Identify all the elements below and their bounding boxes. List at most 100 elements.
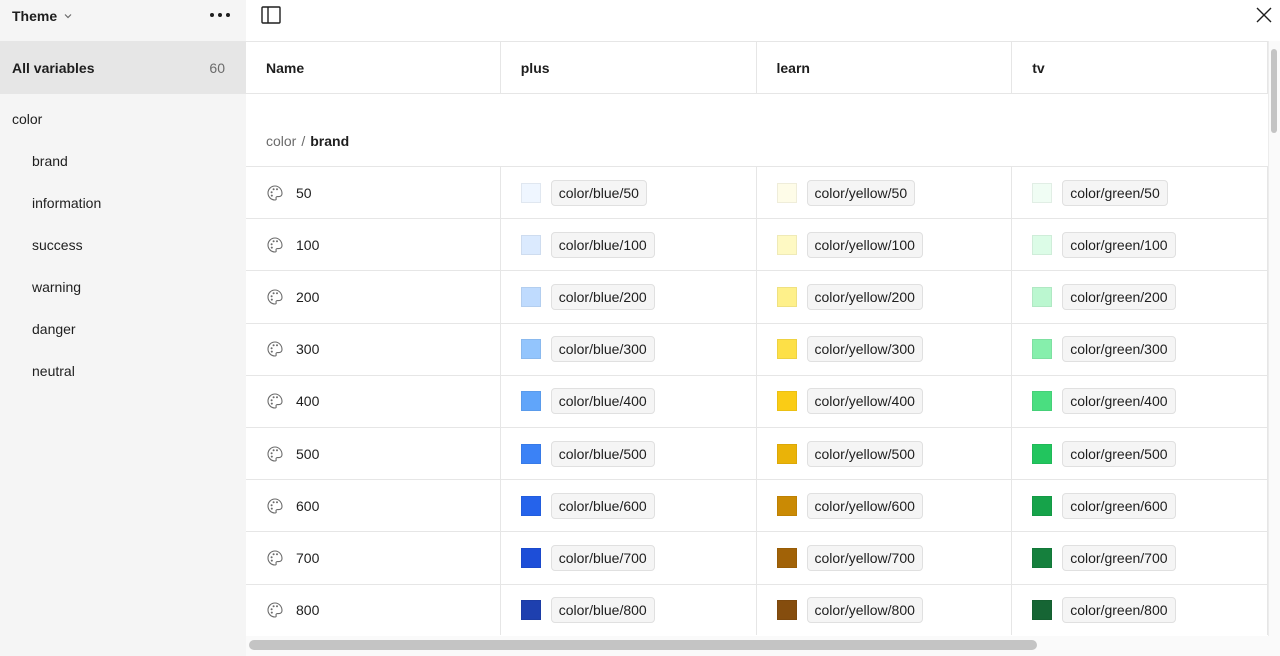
table-row[interactable]: 50 color/blue/50 color/yellow/50 color/gree… <box>246 167 1268 220</box>
table-row[interactable]: 200 color/blue/200 color/yellow/200 color/g… <box>246 271 1268 324</box>
value-cell-learn[interactable]: color/yellow/600 <box>757 480 1013 532</box>
alias-token[interactable]: color/green/400 <box>1062 388 1176 415</box>
value-cell-tv[interactable]: color/green/800 <box>1012 584 1268 635</box>
sidebar-group-brand[interactable]: brand <box>0 140 246 182</box>
more-options-button[interactable] <box>206 4 234 26</box>
alias-token[interactable]: color/green/600 <box>1062 492 1176 519</box>
variable-name: 400 <box>296 393 320 410</box>
variable-name-cell[interactable]: 800 <box>246 584 501 635</box>
alias-token[interactable]: color/green/700 <box>1062 544 1176 571</box>
value-cell-tv[interactable]: color/green/300 <box>1012 323 1268 375</box>
value-cell-tv[interactable]: color/green/400 <box>1012 375 1268 427</box>
value-cell-plus[interactable]: color/blue/400 <box>501 375 757 427</box>
alias-token[interactable]: color/green/100 <box>1062 231 1176 258</box>
sidebar-group-information[interactable]: information <box>0 182 246 224</box>
table-row[interactable]: 700 color/blue/700 color/yellow/700 color/g… <box>246 532 1268 585</box>
alias-token[interactable]: color/blue/200 <box>550 283 655 310</box>
table-row[interactable]: 400 color/blue/400 color/yellow/400 color/g… <box>246 375 1268 428</box>
column-header-mode-tv[interactable]: tv <box>1012 42 1268 94</box>
alias-token[interactable]: color/blue/500 <box>550 440 655 467</box>
value-cell-learn[interactable]: color/yellow/300 <box>757 323 1013 375</box>
value-cell-plus[interactable]: color/blue/600 <box>501 480 757 532</box>
close-button[interactable] <box>1254 5 1274 25</box>
value-cell-learn[interactable]: color/yellow/700 <box>757 532 1013 584</box>
more-horizontal-icon <box>210 13 230 17</box>
alias-token[interactable]: color/yellow/100 <box>806 231 923 258</box>
value-cell-plus[interactable]: color/blue/300 <box>501 323 757 375</box>
variable-name-cell[interactable]: 200 <box>246 271 501 323</box>
value-cell-learn[interactable]: color/yellow/500 <box>757 427 1013 480</box>
variables-modal: Theme All variables 60 color brand informa… <box>0 0 1280 656</box>
alias-token[interactable]: color/green/800 <box>1062 597 1176 624</box>
value-cell-learn[interactable]: color/yellow/50 <box>757 167 1013 219</box>
variable-name-cell[interactable]: 600 <box>246 480 501 532</box>
value-cell-learn[interactable]: color/yellow/800 <box>757 584 1013 635</box>
value-cell-tv[interactable]: color/green/700 <box>1012 532 1268 584</box>
value-cell-plus[interactable]: color/blue/50 <box>501 167 757 219</box>
value-cell-plus[interactable]: color/blue/200 <box>501 271 757 323</box>
alias-token[interactable]: color/yellow/300 <box>806 336 923 363</box>
value-cell-tv[interactable]: color/green/50 <box>1012 167 1268 219</box>
alias-token[interactable]: color/blue/50 <box>550 179 647 206</box>
variable-name-cell[interactable]: 500 <box>246 427 501 480</box>
alias-token[interactable]: color/blue/300 <box>550 336 655 363</box>
table-row[interactable]: 800 color/blue/800 color/yellow/800 color/g… <box>246 584 1268 635</box>
table-row[interactable]: 600 color/blue/600 color/yellow/600 color/g… <box>246 480 1268 533</box>
palette-icon <box>267 341 283 357</box>
alias-token[interactable]: color/yellow/500 <box>806 440 923 467</box>
column-header-mode-plus[interactable]: plus <box>501 42 757 94</box>
alias-token[interactable]: color/blue/800 <box>550 597 655 624</box>
value-cell-learn[interactable]: color/yellow/200 <box>757 271 1013 323</box>
horizontal-scrollbar-thumb[interactable] <box>249 640 1037 650</box>
table-row[interactable]: 500 color/blue/500 color/yellow/500 color/g… <box>246 427 1268 481</box>
table-row[interactable]: 300 color/blue/300 color/yellow/300 color/g… <box>246 323 1268 376</box>
horizontal-scrollbar[interactable] <box>246 636 1280 656</box>
alias-token[interactable]: color/blue/400 <box>550 388 655 415</box>
value-cell-plus[interactable]: color/blue/100 <box>501 219 757 271</box>
variable-name-cell[interactable]: 400 <box>246 375 501 427</box>
vertical-scrollbar[interactable] <box>1268 41 1280 636</box>
alias-token[interactable]: color/blue/600 <box>550 492 655 519</box>
alias-token[interactable]: color/blue/100 <box>550 231 655 258</box>
sidebar-group-danger[interactable]: danger <box>0 308 246 350</box>
alias-token[interactable]: color/green/50 <box>1062 179 1168 206</box>
variable-name-cell[interactable]: 700 <box>246 532 501 584</box>
alias-token[interactable]: color/yellow/700 <box>806 544 923 571</box>
value-cell-tv[interactable]: color/green/100 <box>1012 219 1268 271</box>
variable-name: 50 <box>296 184 312 201</box>
value-cell-learn[interactable]: color/yellow/400 <box>757 375 1013 427</box>
column-header-mode-learn[interactable]: learn <box>757 42 1013 94</box>
all-variables-item[interactable]: All variables 60 <box>0 41 246 94</box>
value-cell-plus[interactable]: color/blue/500 <box>501 427 757 480</box>
alias-token[interactable]: color/yellow/800 <box>806 597 923 624</box>
alias-token[interactable]: color/green/200 <box>1062 283 1176 310</box>
sidebar-group-success[interactable]: success <box>0 224 246 266</box>
sidebar-group-label: color <box>12 111 43 127</box>
alias-token[interactable]: color/green/300 <box>1062 336 1176 363</box>
value-cell-learn[interactable]: color/yellow/100 <box>757 219 1013 271</box>
variable-name-cell[interactable]: 300 <box>246 323 501 375</box>
value-cell-plus[interactable]: color/blue/800 <box>501 584 757 635</box>
variable-name-cell[interactable]: 100 <box>246 219 501 271</box>
collections-sidebar: Theme All variables 60 color brand informa… <box>0 0 246 656</box>
vertical-scrollbar-thumb[interactable] <box>1271 49 1277 133</box>
value-cell-tv[interactable]: color/green/200 <box>1012 271 1268 323</box>
value-cell-plus[interactable]: color/blue/700 <box>501 532 757 584</box>
alias-token[interactable]: color/yellow/50 <box>806 179 916 206</box>
value-cell-tv[interactable]: color/green/500 <box>1012 427 1268 480</box>
sidebar-group-color[interactable]: color <box>0 98 246 140</box>
table-row[interactable]: 100 color/blue/100 color/yellow/100 color/g… <box>246 219 1268 272</box>
sidebar-toggle-button[interactable] <box>260 5 282 25</box>
column-header-name[interactable]: Name <box>246 42 501 94</box>
value-cell-tv[interactable]: color/green/600 <box>1012 480 1268 532</box>
sidebar-group-neutral[interactable]: neutral <box>0 350 246 392</box>
variable-name: 800 <box>296 602 320 619</box>
alias-token[interactable]: color/yellow/600 <box>806 492 923 519</box>
alias-token[interactable]: color/yellow/400 <box>806 388 923 415</box>
alias-token[interactable]: color/green/500 <box>1062 440 1176 467</box>
variable-name-cell[interactable]: 50 <box>246 167 501 219</box>
alias-token[interactable]: color/blue/700 <box>550 544 655 571</box>
sidebar-group-warning[interactable]: warning <box>0 266 246 308</box>
alias-token[interactable]: color/yellow/200 <box>806 283 923 310</box>
theme-collection-dropdown[interactable]: Theme <box>12 6 73 26</box>
